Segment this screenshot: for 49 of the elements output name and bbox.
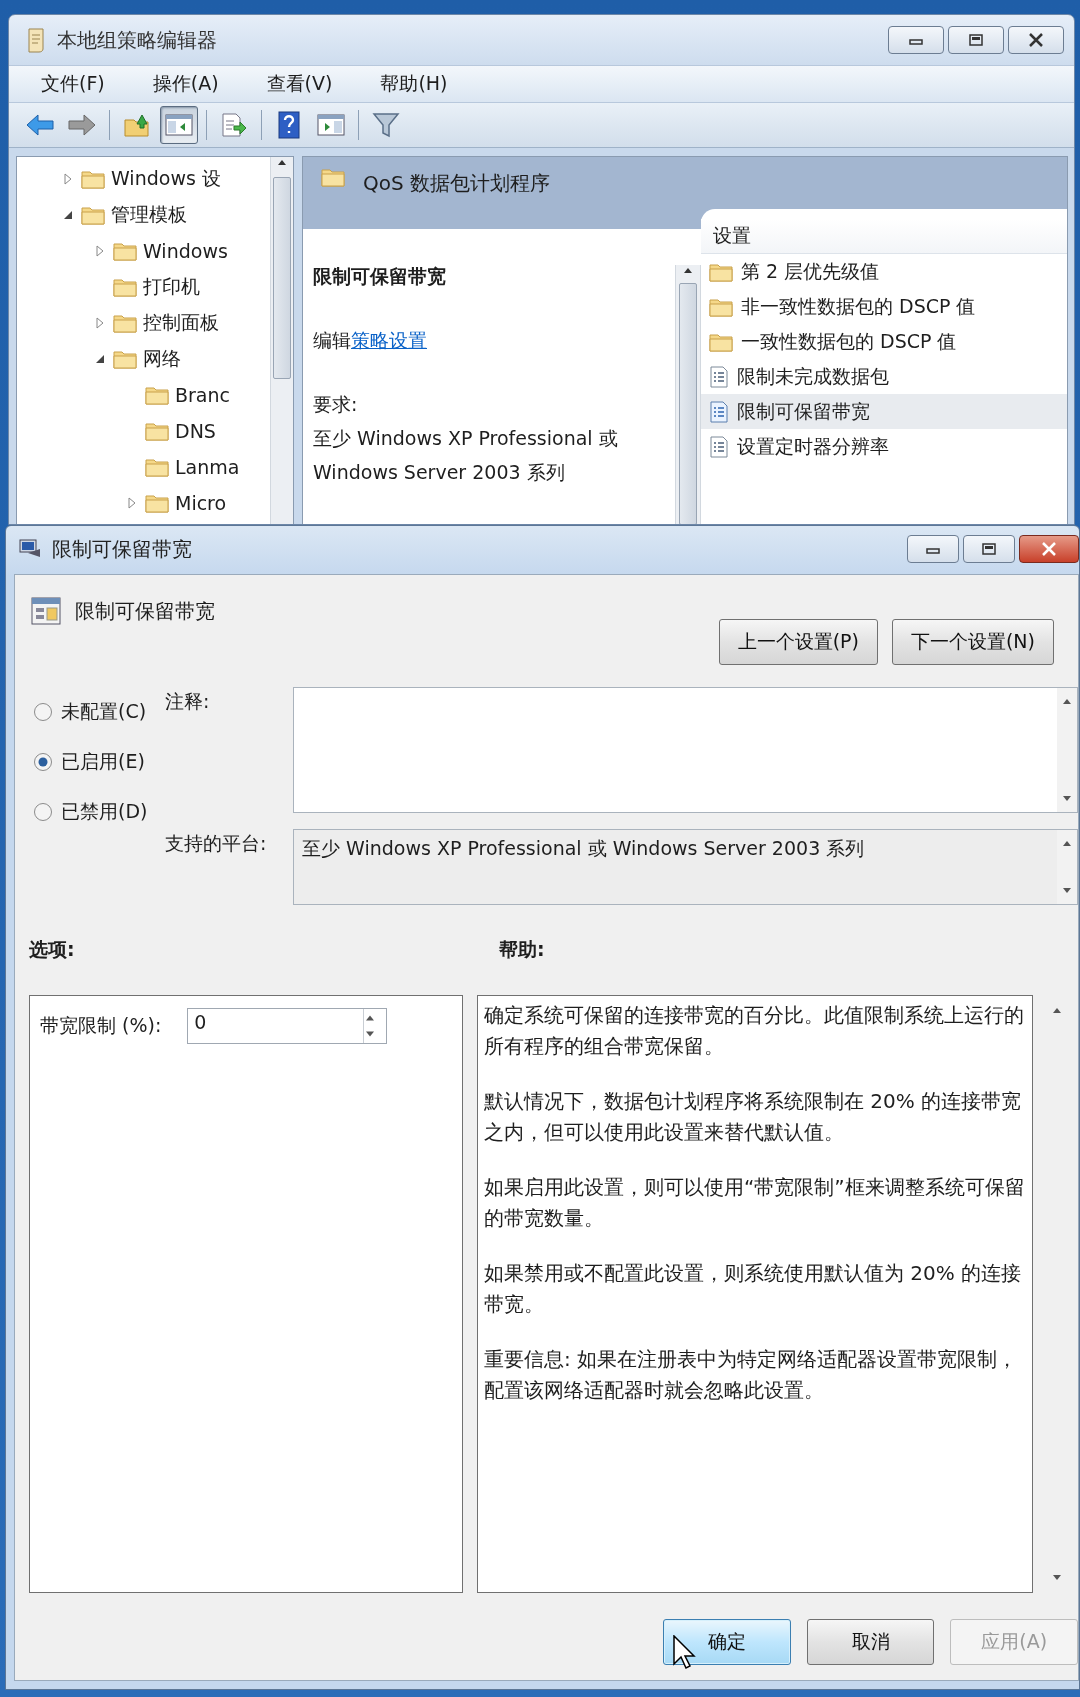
list-row[interactable]: 限制可保留带宽 [701,394,1067,429]
tree-item[interactable]: 控制面板 [143,310,219,336]
requirements-text: 至少 Windows XP Professional 或 Windows Server 2003 系列 [313,426,619,485]
edit-label: 编辑 [313,329,351,351]
dialog-button[interactable]: 取消 [806,1619,935,1665]
tree-item[interactable]: Branc [175,384,230,406]
tree-item[interactable]: 打印机 [143,274,200,300]
dialog-title: 限制可保留带宽 [52,535,193,563]
dialog-button[interactable]: 确定 [663,1619,791,1665]
platform-text: 至少 Windows XP Professional 或 Windows Server 2003 系列 [301,836,866,861]
folder-title: QoS 数据包计划程序 [363,170,551,197]
help-paragraph: 如果启用此设置，则可以使用“带宽限制”框来调整系统可保留的带宽数量。 [484,1174,1026,1232]
platform-label: 支持的平台: [165,831,268,856]
column-header[interactable]: 设置 [701,219,1067,254]
previous-setting-button[interactable]: 上一个设置(P) [718,619,878,665]
radio-label: 已启用(E) [61,749,145,774]
options-label: 选项: [29,937,76,962]
help-paragraph: 重要信息: 如果在注册表中为特定网络适配器设置带宽限制，配置该网络适配器时就会忽略此设置。 [484,1346,1019,1404]
list-row[interactable]: 限制未完成数据包 [701,359,1067,394]
menu-item[interactable]: 操作(A) [138,67,233,101]
radio-label: 未配置(C) [61,699,147,724]
help-paragraph: 确定系统可保留的连接带宽的百分比。此值限制系统上运行的所有程序的组合带宽保留。 [484,1002,1025,1060]
comment-label: 注释: [165,689,211,714]
menu-item[interactable]: 文件(F) [27,67,119,101]
tree-item[interactable]: Windows [143,240,228,262]
window-title: 本地组策略编辑器 [57,26,218,54]
help-label: 帮助: [499,937,546,962]
menu-item[interactable]: 帮助(H) [366,67,462,101]
option-label: 带宽限制 (%): [40,1013,162,1038]
help-paragraph: 默认情况下，数据包计划程序将系统限制在 20% 的连接带宽之内，但可以使用此设置来替代默认值。 [484,1088,1023,1146]
policy-settings-link[interactable]: 策略设置 [351,329,427,351]
tree-item[interactable]: 网络 [143,346,181,372]
tree-item[interactable]: Micro [175,492,227,514]
radio-label: 已禁用(D) [61,799,148,824]
menu-item[interactable]: 查看(V) [252,67,347,101]
requirements-label: 要求: [313,392,359,417]
list-row[interactable]: 第 2 层优先级值 [701,254,1067,289]
list-row[interactable]: 一致性数据包的 DSCP 值 [701,324,1067,359]
tree-item[interactable]: DNS [175,420,216,442]
next-setting-button[interactable]: 下一个设置(N) [891,619,1054,665]
policy-heading: 限制可保留带宽 [75,597,215,625]
tree-item[interactable]: Lanma [175,456,240,478]
number-field[interactable]: 0 [187,1008,388,1044]
tree-item[interactable]: Windows 设 [111,166,221,192]
policy-title: 限制可保留带宽 [313,264,447,289]
tree-item[interactable]: 管理模板 [111,202,187,228]
help-paragraph: 如果禁用或不配置此设置，则系统使用默认值为 20% 的连接带宽。 [484,1260,1023,1318]
list-row[interactable]: 设置定时器分辨率 [701,429,1067,464]
list-row[interactable]: 非一致性数据包的 DSCP 值 [701,289,1067,324]
